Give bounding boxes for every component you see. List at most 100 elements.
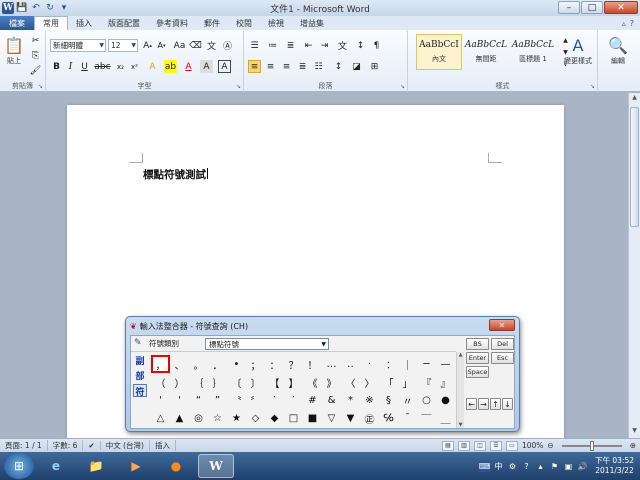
reading-layout-icon[interactable]: ▥	[457, 440, 470, 451]
qat-dropdown-icon[interactable]: ▾	[58, 2, 70, 14]
symbol-cell[interactable]: △	[151, 409, 170, 427]
symbol-cell[interactable]: ☆	[208, 409, 227, 427]
symbol-cell[interactable]: ※	[360, 391, 379, 409]
paragraph-launcher-icon[interactable]: ↘	[400, 83, 405, 90]
numbering-icon[interactable]: ≔	[266, 39, 279, 52]
change-case-icon[interactable]: Aa	[173, 39, 186, 52]
word-count[interactable]: 字數: 6	[48, 440, 84, 451]
category-select[interactable]: 標點符號 ▼	[205, 338, 329, 350]
symbol-cell[interactable]: ｛	[189, 373, 208, 391]
scroll-up-icon[interactable]: ▲	[630, 94, 639, 104]
side-button[interactable]: 部	[133, 369, 147, 382]
arrow-right-key[interactable]: →	[478, 398, 489, 410]
ime-tools-icon[interactable]: ⚙	[507, 461, 518, 472]
draft-icon[interactable]: ▭	[505, 440, 518, 451]
symbol-cell[interactable]: ？	[284, 355, 303, 373]
symbol-cell[interactable]: &	[322, 391, 341, 409]
symbol-cell[interactable]: （	[151, 373, 170, 391]
clipboard-launcher-icon[interactable]: ↘	[38, 83, 43, 90]
symbol-cell[interactable]: 〈	[341, 373, 360, 391]
tray-expand-icon[interactable]: ▴	[535, 461, 546, 472]
symbol-cell[interactable]: ◎	[189, 409, 208, 427]
symbol-cell[interactable]: 「	[379, 373, 398, 391]
insert-mode[interactable]: 插入	[150, 440, 176, 451]
minimize-button[interactable]: –	[558, 1, 580, 14]
tab-mailings[interactable]: 郵件	[196, 16, 228, 30]
symbol-cell[interactable]: ）	[170, 373, 189, 391]
symbol-cell[interactable]: ¯	[398, 409, 417, 427]
outline-icon[interactable]: ☰	[489, 440, 502, 451]
tab-view[interactable]: 檢視	[260, 16, 292, 30]
shrink-font-icon[interactable]: A ▾	[155, 39, 168, 52]
symbol-cell[interactable]: ′	[284, 391, 303, 409]
symbol-cell[interactable]: ℅	[379, 409, 398, 427]
superscript-icon[interactable]: x²	[128, 60, 141, 73]
highlight-icon[interactable]: ab	[164, 60, 177, 73]
distributed-icon[interactable]: ☷	[312, 60, 325, 73]
symbol-cell[interactable]: ．	[208, 355, 227, 373]
symbol-cell[interactable]: ○	[417, 391, 436, 409]
scroll-down-icon[interactable]: ▼	[457, 422, 464, 428]
align-center-icon[interactable]: ≡	[264, 60, 277, 73]
tab-review[interactable]: 校閱	[228, 16, 260, 30]
enclose-char-icon[interactable]: Ⓐ	[221, 39, 234, 52]
close-button[interactable]: ✕	[604, 1, 638, 14]
symbol-cell[interactable]: 、	[170, 355, 189, 373]
print-layout-icon[interactable]: ▤	[441, 440, 454, 451]
zoom-level[interactable]: 100%	[522, 441, 543, 450]
explorer-icon[interactable]: 📁	[78, 454, 114, 478]
arrow-down-key[interactable]: ↓	[502, 398, 513, 410]
escape-key[interactable]: Esc	[491, 352, 514, 364]
multilevel-list-icon[interactable]: ≣	[284, 39, 297, 52]
side-button[interactable]: 符	[133, 384, 147, 398]
justify-icon[interactable]: ≣	[296, 60, 309, 73]
symbol-cell[interactable]: 】	[284, 373, 303, 391]
paste-button[interactable]: 📋 貼上	[4, 34, 24, 66]
scroll-thumb[interactable]	[630, 107, 639, 227]
symbol-cell[interactable]: 【	[265, 373, 284, 391]
document-text[interactable]: 標點符號測試	[143, 167, 208, 182]
symbol-cell[interactable]: ‥	[341, 355, 360, 373]
symbol-cell[interactable]: ●	[436, 391, 455, 409]
zoom-out-icon[interactable]: ⊖	[547, 441, 553, 450]
line-spacing-icon[interactable]: ↕	[332, 60, 345, 73]
symbol-cell[interactable]: ”	[208, 391, 227, 409]
media-player-icon[interactable]: ▶	[118, 454, 154, 478]
zoom-slider[interactable]	[561, 440, 622, 451]
change-styles-button[interactable]: A 變更樣式	[564, 34, 592, 66]
redo-icon[interactable]: ↻	[44, 2, 56, 14]
symbol-cell[interactable]: —	[436, 355, 455, 373]
symbol-cell[interactable]: §	[379, 391, 398, 409]
ie-icon[interactable]: e	[38, 454, 74, 478]
shading-icon[interactable]: ◪	[350, 60, 363, 73]
bullets-icon[interactable]: ☰	[248, 39, 261, 52]
space-key[interactable]: Space	[466, 366, 489, 378]
maximize-button[interactable]: □	[581, 1, 603, 14]
editing-button[interactable]: 🔍 編輯	[608, 34, 628, 66]
subscript-icon[interactable]: x₂	[114, 60, 127, 73]
style-normal[interactable]: AaBbCcI 內文	[416, 34, 462, 70]
symbol-cell[interactable]: ｝	[208, 373, 227, 391]
symbol-cell[interactable]: ＿	[436, 409, 455, 427]
ime-close-button[interactable]: ✕	[489, 319, 515, 331]
save-icon[interactable]: 💾	[16, 2, 28, 14]
symbol-cell[interactable]: '	[151, 391, 170, 409]
arrow-up-key[interactable]: ↑	[490, 398, 501, 410]
tab-addins[interactable]: 增益集	[292, 16, 332, 30]
symbol-cell[interactable]: ◆	[265, 409, 284, 427]
symbol-cell[interactable]: ■	[303, 409, 322, 427]
web-layout-icon[interactable]: ◫	[473, 440, 486, 451]
symbol-cell[interactable]: ▽	[322, 409, 341, 427]
symbol-cell[interactable]: ㊣	[360, 409, 379, 427]
sort-icon[interactable]: ↕	[354, 39, 367, 52]
symbol-scrollbar[interactable]: ▲ ▼	[456, 352, 464, 428]
delete-key[interactable]: Del	[491, 338, 514, 350]
symbol-cell[interactable]: '	[170, 391, 189, 409]
symbol-cell[interactable]: 〞	[246, 391, 265, 409]
undo-icon[interactable]: ↶	[30, 2, 42, 14]
grow-font-icon[interactable]: A ▴	[141, 39, 154, 52]
symbol-cell[interactable]: ·	[360, 355, 379, 373]
font-name-combo[interactable]: 新細明體 ▼	[50, 39, 106, 52]
symbol-cell[interactable]: 》	[322, 373, 341, 391]
symbol-cell[interactable]: 《	[303, 373, 322, 391]
